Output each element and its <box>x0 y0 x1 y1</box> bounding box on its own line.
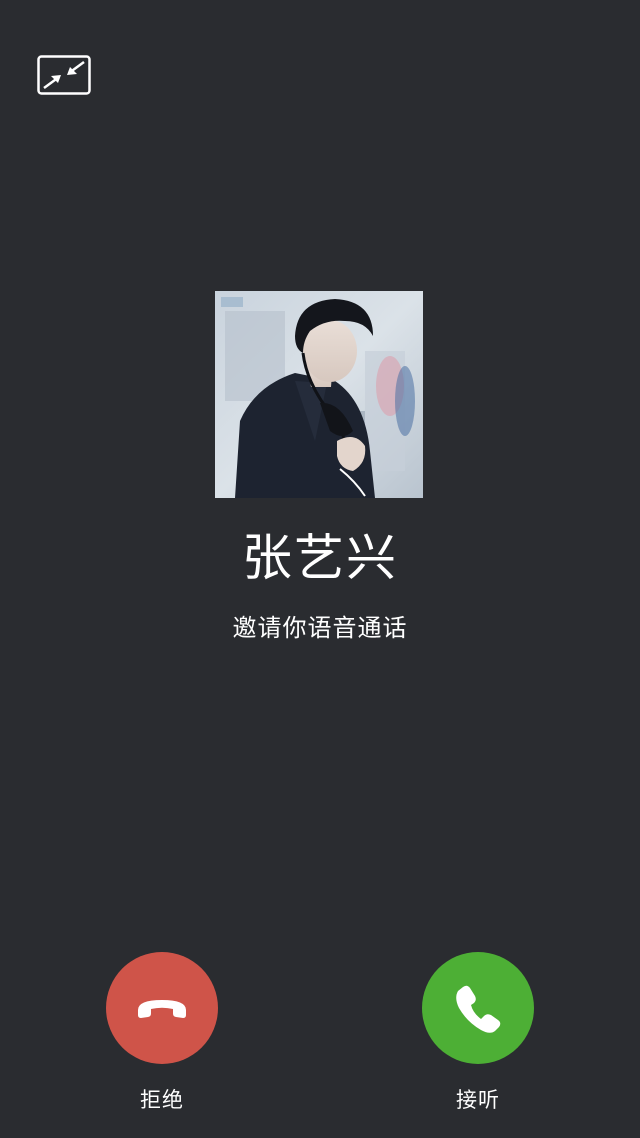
phone-answer-icon <box>456 985 501 1033</box>
decline-button[interactable] <box>106 952 218 1064</box>
minimize-button[interactable] <box>37 55 91 95</box>
call-status-text: 邀请你语音通话 <box>232 614 408 642</box>
caller-avatar-photo <box>215 291 423 498</box>
accept-label: 接听 <box>456 1088 500 1112</box>
caller-name: 张艺兴 <box>242 529 398 587</box>
accept-action: 接听 <box>422 952 534 1114</box>
decline-label: 拒绝 <box>140 1088 184 1112</box>
phone-hangup-icon <box>138 1000 186 1018</box>
caller-avatar <box>215 291 423 498</box>
decline-action: 拒绝 <box>106 952 218 1114</box>
minimize-window-icon <box>37 55 91 95</box>
accept-button[interactable] <box>422 952 534 1064</box>
